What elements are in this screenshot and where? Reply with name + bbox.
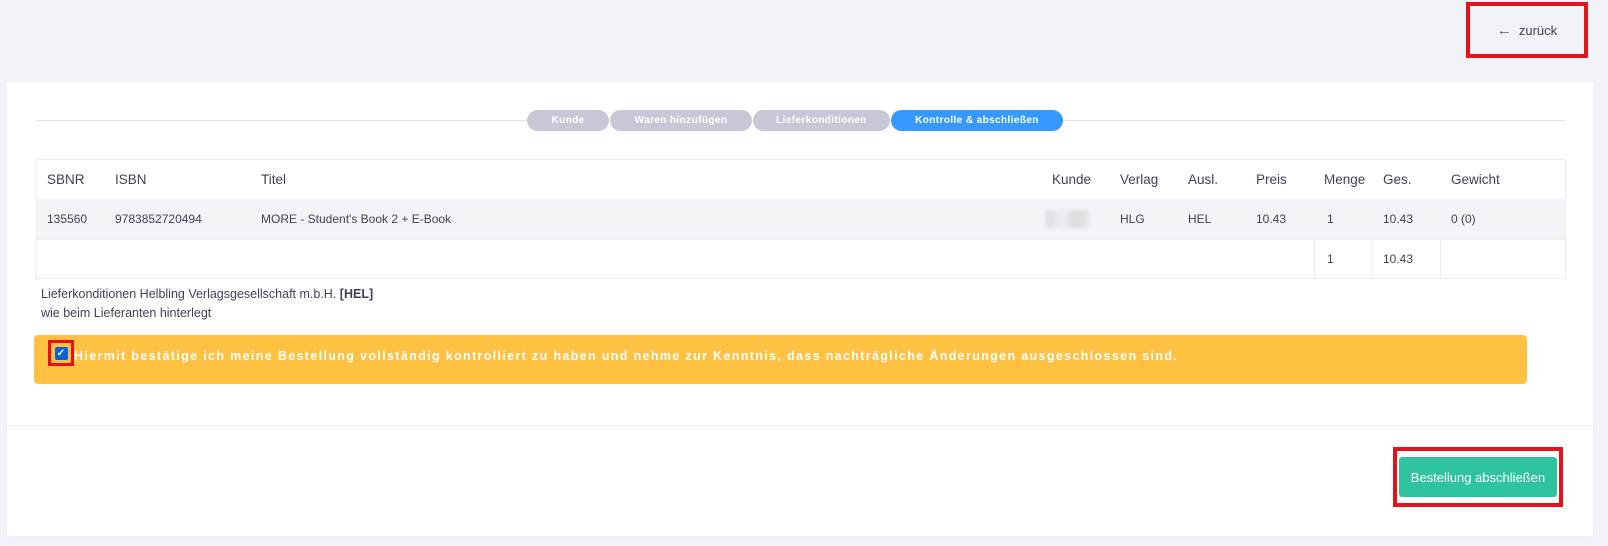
cell-sbnr: 135560 bbox=[47, 212, 88, 226]
step-lieferkonditionen[interactable]: Lieferkonditionen bbox=[753, 110, 890, 131]
finish-button-highlight: Bestellung abschließen bbox=[1393, 447, 1563, 507]
total-divider bbox=[1440, 240, 1441, 278]
col-gewicht: Gewicht bbox=[1451, 172, 1500, 187]
col-sbnr: SBNR bbox=[47, 172, 85, 187]
conditions-label: Lieferkonditionen Helbling Verlagsgesell… bbox=[41, 287, 337, 301]
confirmation-checkbox[interactable]: ✓ bbox=[54, 346, 68, 360]
step-kunde[interactable]: Kunde bbox=[527, 110, 609, 131]
footer-divider bbox=[7, 425, 1593, 426]
cell-titel: MORE - Student's Book 2 + E-Book bbox=[261, 212, 452, 226]
conditions-code: [HEL] bbox=[339, 287, 374, 301]
cell-kunde-redacted bbox=[1046, 210, 1089, 228]
table-row: 135560 9783852720494 MORE - Student's Bo… bbox=[37, 199, 1565, 239]
conditions-note: wie beim Lieferanten hinterlegt bbox=[41, 306, 212, 320]
finish-order-button[interactable]: Bestellung abschließen bbox=[1399, 457, 1557, 497]
arrow-left-icon: ← bbox=[1496, 21, 1512, 39]
wizard-steps: Kunde Waren hinzufügen Lieferkonditionen… bbox=[527, 110, 1064, 131]
cell-ausl: HEL bbox=[1188, 212, 1212, 226]
cell-isbn: 9783852720494 bbox=[115, 212, 202, 226]
table-total-row: 1 10.43 bbox=[37, 239, 1565, 278]
confirmation-banner: ✓ Hiermit bestätige ich meine Bestellung… bbox=[34, 335, 1527, 384]
total-divider bbox=[1314, 240, 1315, 278]
cell-ges: 10.43 bbox=[1383, 212, 1414, 226]
check-icon: ✓ bbox=[56, 347, 66, 359]
col-menge: Menge bbox=[1324, 172, 1366, 187]
cell-verlag: HLG bbox=[1120, 212, 1145, 226]
col-verlag: Verlag bbox=[1120, 172, 1159, 187]
total-menge: 1 bbox=[1327, 252, 1334, 266]
back-button[interactable]: ← zurück bbox=[1466, 2, 1588, 58]
table-header: SBNR ISBN Titel Kunde Verlag Ausl. Preis… bbox=[37, 160, 1565, 199]
order-card: Kunde Waren hinzufügen Lieferkonditionen… bbox=[7, 82, 1593, 536]
delivery-conditions: Lieferkonditionen Helbling Verlagsgesell… bbox=[41, 285, 373, 323]
total-divider bbox=[1372, 240, 1373, 278]
step-kontrolle-abschliessen[interactable]: Kontrolle & abschließen bbox=[891, 110, 1063, 131]
cell-gewicht: 0 (0) bbox=[1451, 212, 1476, 226]
col-isbn: ISBN bbox=[115, 172, 147, 187]
col-ges: Ges. bbox=[1383, 172, 1412, 187]
cell-menge: 1 bbox=[1327, 212, 1334, 226]
col-preis: Preis bbox=[1256, 172, 1287, 187]
col-ausl: Ausl. bbox=[1188, 172, 1219, 187]
order-table: SBNR ISBN Titel Kunde Verlag Ausl. Preis… bbox=[36, 159, 1566, 279]
confirmation-checkbox-highlight[interactable]: ✓ bbox=[48, 340, 74, 366]
total-ges: 10.43 bbox=[1383, 252, 1414, 266]
col-titel: Titel bbox=[261, 172, 287, 187]
back-button-label: zurück bbox=[1518, 22, 1558, 38]
cell-preis: 10.43 bbox=[1256, 212, 1287, 226]
col-kunde: Kunde bbox=[1052, 172, 1092, 187]
step-waren-hinzufuegen[interactable]: Waren hinzufügen bbox=[610, 110, 752, 131]
confirmation-text: Hiermit bestätige ich meine Bestellung v… bbox=[74, 349, 1179, 363]
